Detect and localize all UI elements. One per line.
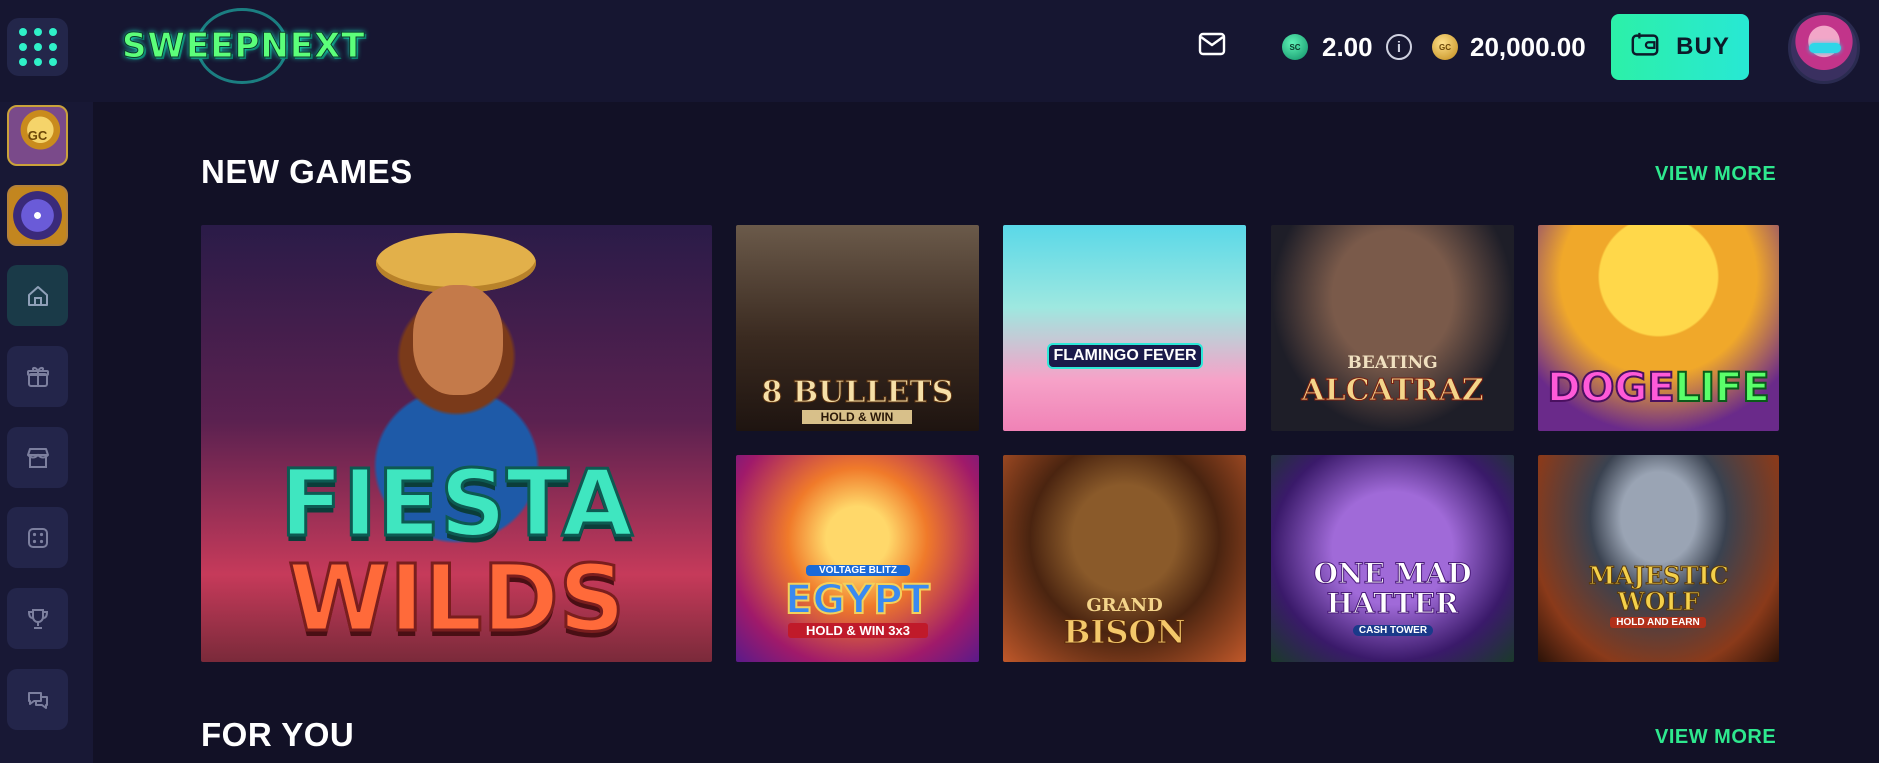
game-tile-flamingo-fever[interactable]: FLAMINGO FEVER [1003, 225, 1246, 431]
gc-coin-promo-icon[interactable]: GC [7, 105, 68, 166]
game-title: MAJESTIC WOLF [1538, 561, 1779, 616]
game-tile-one-mad-hatter[interactable]: ONE MAD HATTER CASH TOWER [1271, 455, 1514, 662]
dice-icon[interactable] [7, 507, 68, 568]
game-subtitle: HOLD & WIN 3x3 [788, 623, 928, 638]
logo-text: SWEEPNEXT [121, 26, 366, 67]
game-subtitle: HOLD AND EARN [1610, 617, 1706, 628]
left-sidebar: GC [0, 102, 93, 763]
prize-wheel-icon[interactable] [7, 185, 68, 246]
grid-dot [48, 43, 57, 51]
site-logo[interactable]: SWEEPNEXT [118, 8, 365, 84]
grid-dot [18, 28, 27, 36]
view-more-new-games[interactable]: VIEW MORE [1655, 163, 1776, 186]
grid-dot [48, 58, 57, 66]
top-header: SWEEPNEXT SC 2.00 i GC 20,000.00 BUY [0, 0, 1879, 102]
game-tile-fiesta-wilds[interactable]: FIESTA WILDS [201, 225, 712, 662]
wallet-icon [1630, 30, 1660, 65]
mail-icon[interactable] [1196, 28, 1228, 60]
info-icon[interactable]: i [1386, 34, 1412, 60]
game-title: FLAMINGO FEVER [1047, 343, 1203, 369]
gc-coin-icon: GC [1432, 34, 1458, 60]
game-tile-egypt[interactable]: VOLTAGE BLITZ EGYPT HOLD & WIN 3x3 [736, 455, 979, 662]
menu-grid-button[interactable] [7, 18, 68, 76]
game-pretitle: VOLTAGE BLITZ [806, 565, 910, 576]
section-title-for-you: FOR YOU [201, 716, 355, 753]
grid-dot [33, 28, 42, 36]
game-subtitle: HOLD & WIN [802, 410, 912, 424]
game-subtitle: CASH TOWER [1353, 625, 1433, 636]
sc-balance: 2.00 [1322, 32, 1373, 62]
grid-dot [18, 58, 27, 66]
game-title: ALCATRAZ [1301, 373, 1484, 409]
game-tile-8-bullets[interactable]: 8 BULLETS HOLD & WIN [736, 225, 979, 431]
grid-dot [48, 28, 57, 36]
grid-dot [33, 43, 42, 51]
game-title: DOGELIFE [1538, 364, 1779, 412]
chat-icon[interactable] [7, 669, 68, 730]
section-title-new-games: NEW GAMES [201, 153, 413, 190]
game-tile-beating-alcatraz[interactable]: BEATING ALCATRAZ [1271, 225, 1514, 431]
game-title: 8 BULLETS [761, 375, 954, 411]
game-title-part: MAJESTIC [1588, 561, 1729, 590]
home-icon[interactable] [7, 265, 68, 326]
game-title: ONE MAD HATTER [1271, 557, 1514, 620]
view-more-for-you[interactable]: VIEW MORE [1655, 726, 1776, 749]
game-title: BEATING [1347, 353, 1438, 373]
sc-coin-icon: SC [1282, 34, 1308, 60]
trophy-icon[interactable] [7, 588, 68, 649]
game-title-part: HATTER [1326, 587, 1459, 620]
game-tile-doge-life[interactable]: DOGELIFE [1538, 225, 1779, 431]
game-title: WILDS [287, 544, 627, 654]
buy-label: BUY [1676, 33, 1730, 60]
game-art [376, 233, 536, 293]
game-title: BISON [1063, 613, 1186, 652]
game-tile-majestic-wolf[interactable]: MAJESTIC WOLF HOLD AND EARN [1538, 455, 1779, 662]
grid-dot [33, 58, 42, 66]
game-title: FIESTA [279, 449, 635, 559]
game-tile-grand-bison[interactable]: GRAND BISON [1003, 455, 1246, 662]
game-title-part: WOLF [1617, 587, 1700, 616]
buy-button[interactable]: BUY [1611, 14, 1749, 80]
game-title-part: DOGE [1546, 364, 1675, 412]
game-title-part: ONE MAD [1313, 557, 1472, 590]
gc-promo-label: GC [27, 128, 48, 143]
store-icon[interactable] [7, 427, 68, 488]
user-avatar[interactable] [1788, 12, 1860, 84]
gift-icon[interactable] [7, 346, 68, 407]
grid-dot [18, 43, 27, 51]
game-title: EGYPT [784, 576, 931, 624]
game-title-part: LIFE [1674, 364, 1771, 412]
game-art [413, 285, 503, 395]
gc-balance: 20,000.00 [1470, 32, 1586, 62]
